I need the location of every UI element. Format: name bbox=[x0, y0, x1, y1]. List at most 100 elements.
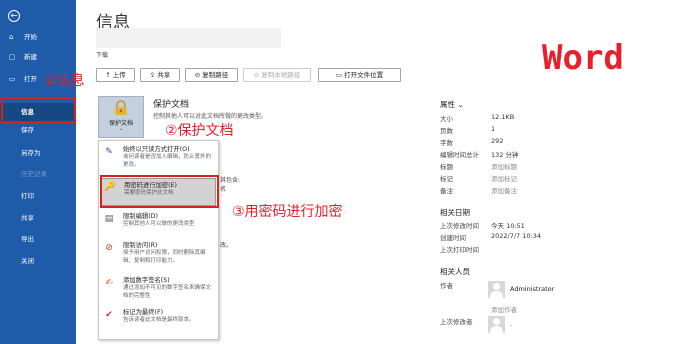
new-doc-icon: ▢ bbox=[9, 53, 16, 61]
menu-item-description: 授予用户访问权限，同时删除其编辑、复制和打印能力。 bbox=[123, 250, 206, 264]
last-modified-name-label: . bbox=[510, 320, 513, 328]
sidebar-item-save-as[interactable]: 另存为 bbox=[0, 145, 76, 161]
share-button[interactable]: ⇪ 共享 bbox=[140, 68, 180, 82]
folder-icon: ▭ bbox=[335, 71, 345, 79]
property-value: 12.1KB bbox=[491, 113, 515, 121]
restrict-doc-icon: ▤ bbox=[104, 214, 114, 224]
date-key: 创建时间 bbox=[440, 234, 466, 242]
property-row: 页数 1 bbox=[440, 125, 680, 136]
open-location-label: 打开文件位置 bbox=[344, 71, 384, 79]
menu-item-description: 控制其他人可以做的更改类型 bbox=[123, 221, 195, 227]
sidebar-item-print[interactable]: 打印 bbox=[0, 188, 76, 204]
chevron-down-icon: ⌄ bbox=[119, 126, 124, 132]
back-arrow-icon[interactable]: ← bbox=[8, 10, 20, 22]
property-key: 字数 bbox=[440, 139, 453, 147]
copy-local-path-label: 复制本地路径 bbox=[261, 71, 301, 79]
properties-title-label: 属性 bbox=[440, 100, 455, 109]
add-author-label: 添加作者 bbox=[491, 306, 517, 314]
sidebar-item-save[interactable]: 保存 bbox=[0, 122, 76, 138]
property-row: 标题 添加标题 bbox=[440, 161, 680, 172]
property-row: 字数 292 bbox=[440, 137, 680, 148]
file-location-label: 下载 bbox=[96, 52, 109, 59]
signature-icon: ✍ bbox=[105, 278, 113, 288]
sidebar-item-close[interactable]: 关闭 bbox=[0, 253, 76, 269]
date-key: 上次打印时间 bbox=[440, 246, 479, 254]
property-key: 备注 bbox=[440, 187, 453, 195]
menu-item-restrict-editing[interactable]: ▤ 限制编辑(D) 控制其他人可以做的更改类型 bbox=[101, 211, 216, 236]
property-value: 1 bbox=[491, 125, 496, 133]
property-value: 292 bbox=[491, 137, 504, 145]
date-row: 上次修改时间 今天 10:51 bbox=[440, 220, 680, 231]
property-row: 大小 12.1KB bbox=[440, 113, 680, 124]
add-comments-field[interactable]: 添加备注 bbox=[491, 185, 517, 195]
pencil-icon: ✎ bbox=[105, 147, 113, 157]
related-people-title: 相关人员 bbox=[440, 267, 470, 276]
sidebar-item-label: 历史记录 bbox=[21, 170, 47, 178]
menu-item-description: 通过添加不可见的数字签名来确保文档的完整性 bbox=[123, 285, 212, 299]
add-tags-field[interactable]: 添加标记 bbox=[491, 173, 517, 183]
menu-item-always-read-only[interactable]: ✎ 始终以只读方式打开(O) 询问读者是否加入编辑，防止意外的更改。 bbox=[101, 144, 216, 174]
property-key: 标题 bbox=[440, 163, 453, 171]
sidebar-item-export[interactable]: 导出 bbox=[0, 231, 76, 247]
menu-item-title: 始终以只读方式打开(O) bbox=[123, 146, 190, 153]
restrict-access-icon: ⊘ bbox=[105, 243, 113, 253]
sidebar-item-label: 另存为 bbox=[21, 149, 41, 157]
date-key: 上次修改时间 bbox=[440, 222, 479, 230]
property-key: 标记 bbox=[440, 175, 453, 183]
last-modified-key: 上次修改者 bbox=[440, 318, 473, 326]
annotation-step-3: ③用密码进行加密 bbox=[232, 204, 343, 220]
sidebar-item-label: 新建 bbox=[24, 53, 37, 61]
protect-document-button[interactable]: 保护文档 ⌄ bbox=[98, 96, 144, 138]
sidebar-item-new[interactable]: ▢ 新建 bbox=[0, 49, 76, 65]
property-row: 标记 添加标记 bbox=[440, 173, 680, 184]
lock-icon bbox=[115, 100, 127, 115]
protect-document-menu: ✎ 始终以只读方式打开(O) 询问读者是否加入编辑，防止意外的更改。 🔑 用密码… bbox=[98, 140, 219, 340]
backstage-sidebar: ← ⌂ 开始 ▢ 新建 ▭ 打开 信息 保存 另存为 历史记录 打印 共享 导出… bbox=[0, 0, 76, 344]
sidebar-item-share[interactable]: 共享 bbox=[0, 210, 76, 226]
menu-item-title: 限制编辑(D) bbox=[123, 213, 158, 220]
highlight-box-info bbox=[1, 97, 76, 124]
home-icon: ⌂ bbox=[9, 33, 14, 41]
property-row: 备注 添加备注 bbox=[440, 185, 680, 196]
menu-item-mark-as-final[interactable]: ✔ 标记为最终(F) 告诉读者此文档是最终版本。 bbox=[101, 307, 216, 335]
author-name[interactable]: Administrator bbox=[510, 285, 630, 296]
background-text: 改。 bbox=[220, 242, 233, 249]
copy-local-path-button: ⊝ 复制本地路径 bbox=[243, 68, 311, 82]
copy-path-label: 复制路径 bbox=[202, 71, 229, 79]
menu-item-add-digital-signature[interactable]: ✍ 添加数字签名(S) 通过添加不可见的数字签名来确保文档的完整性 bbox=[101, 275, 216, 305]
related-dates-title: 相关日期 bbox=[440, 208, 470, 217]
annotation-step-1: ①信息 bbox=[44, 73, 85, 89]
sidebar-item-home[interactable]: ⌂ 开始 bbox=[0, 29, 76, 45]
date-value: 2022/7/7 10:34 bbox=[491, 232, 541, 240]
sidebar-item-label: 打开 bbox=[24, 75, 37, 83]
copy-path-button[interactable]: ⊝ 复制路径 bbox=[185, 68, 238, 82]
menu-item-restrict-access[interactable]: ⊘ 限制访问(R) 授予用户访问权限，同时删除其编辑、复制和打印能力。 bbox=[101, 240, 216, 273]
author-avatar[interactable] bbox=[488, 281, 505, 298]
menu-item-title: 限制访问(R) bbox=[123, 242, 158, 249]
highlight-box-encrypt bbox=[100, 175, 219, 208]
date-row: 创建时间 2022/7/7 10:34 bbox=[440, 232, 680, 243]
annotation-word-label: Word bbox=[542, 38, 624, 78]
last-modified-row: 上次修改者 bbox=[440, 316, 680, 327]
last-modified-avatar[interactable] bbox=[488, 316, 505, 333]
property-key: 大小 bbox=[440, 115, 453, 123]
date-row: 上次打印时间 bbox=[440, 244, 680, 255]
sidebar-item-label: 导出 bbox=[21, 235, 34, 243]
protect-section-description: 控制其他人可以对此文档所做的更改类型。 bbox=[153, 113, 268, 120]
background-text: 其包含: bbox=[220, 177, 241, 184]
open-file-location-button[interactable]: ▭ 打开文件位置 bbox=[318, 68, 401, 82]
chevron-down-icon: ⌄ bbox=[457, 100, 464, 109]
menu-item-title: 标记为最终(F) bbox=[123, 309, 164, 316]
menu-item-title: 添加数字签名(S) bbox=[123, 277, 170, 284]
last-modified-name: . bbox=[510, 320, 550, 331]
date-value: 今天 10:51 bbox=[491, 222, 525, 230]
property-key: 编辑时间总计 bbox=[440, 151, 479, 159]
protect-section-title: 保护文档 bbox=[153, 100, 190, 110]
property-value: 132 分钟 bbox=[491, 151, 519, 159]
property-key: 页数 bbox=[440, 127, 453, 135]
share-label: 共享 bbox=[157, 71, 171, 79]
add-title-field[interactable]: 添加标题 bbox=[491, 161, 517, 171]
add-author-link[interactable]: 添加作者 bbox=[491, 304, 571, 315]
upload-button[interactable]: ↑ 上传 bbox=[96, 68, 135, 82]
properties-title[interactable]: 属性 ⌄ bbox=[440, 99, 464, 110]
